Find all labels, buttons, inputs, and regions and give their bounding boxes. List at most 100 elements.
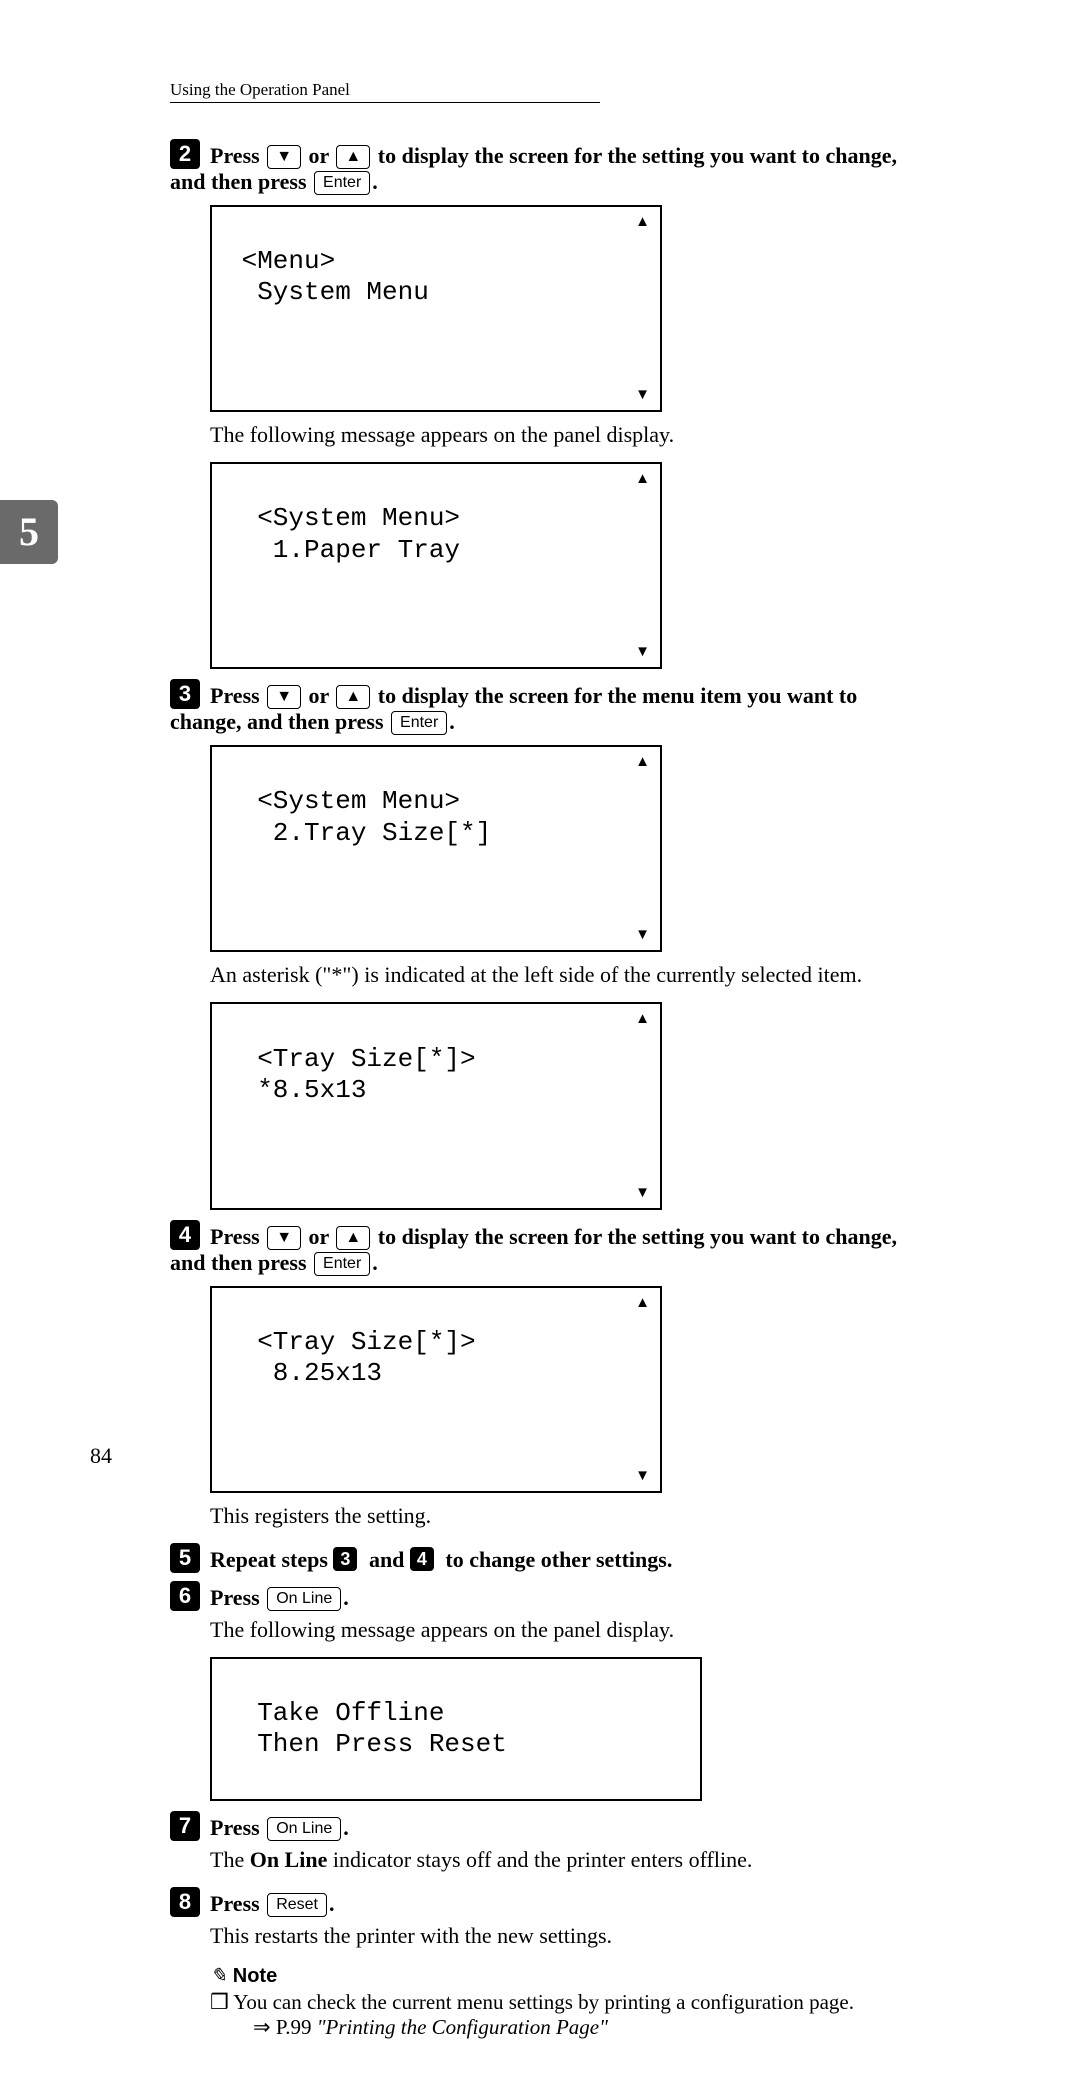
scroll-down-icon: ▼ [635, 386, 650, 404]
lcd-line: 1.Paper Tray [226, 535, 460, 565]
step-number-icon: 7 [170, 1811, 200, 1841]
step-4: 4 Press ▼ or ▲ to display the screen for… [170, 1220, 970, 1276]
lcd-line: 8.25x13 [226, 1358, 382, 1388]
text: Press [210, 1815, 265, 1840]
step-2: 2 Press ▼ or ▲ to display the screen for… [170, 139, 970, 195]
text: or [303, 683, 334, 708]
scroll-up-icon: ▲ [635, 470, 650, 488]
body-text: The On Line indicator stays off and the … [210, 1847, 970, 1873]
scroll-up-icon: ▲ [635, 1294, 650, 1312]
step-text: Press ▼ or ▲ to display the screen for t… [170, 1224, 897, 1275]
text: Repeat steps [210, 1547, 333, 1572]
text: to display the screen for the setting yo… [372, 143, 897, 168]
lcd-line: Take Offline [226, 1698, 444, 1728]
scroll-down-icon: ▼ [635, 1467, 650, 1485]
scroll-down-icon: ▼ [635, 643, 650, 661]
up-key-icon: ▲ [336, 145, 370, 169]
text: ⇒ P.99 [253, 2015, 317, 2039]
step-7: 7 Press On Line. [170, 1811, 970, 1841]
text: . [372, 1250, 378, 1275]
body-text: The following message appears on the pan… [210, 1617, 970, 1643]
text: Press [210, 683, 265, 708]
text: . [343, 1815, 349, 1840]
lcd-display: <System Menu> 1.Paper Tray ▲ ▼ [210, 462, 662, 669]
text: or [303, 143, 334, 168]
text: or [303, 1224, 334, 1249]
text: Press [210, 1585, 265, 1610]
step-ref-icon: 3 [333, 1547, 357, 1571]
text: and then press [170, 1250, 312, 1275]
arrow-up-icon: ▲ [345, 688, 361, 705]
enter-key-icon: Enter [314, 1252, 370, 1276]
body-text: An asterisk ("*") is indicated at the le… [210, 962, 970, 988]
lcd-line: <System Menu> [226, 786, 460, 816]
up-key-icon: ▲ [336, 685, 370, 709]
section-tab-badge: 5 [0, 500, 58, 564]
arrow-down-icon: ▼ [276, 688, 292, 705]
lcd-line: Then Press Reset [226, 1729, 507, 1759]
step-number-icon: 3 [170, 679, 200, 709]
down-key-icon: ▼ [267, 145, 301, 169]
step-text: Press ▼ or ▲ to display the screen for t… [170, 683, 857, 734]
lcd-line: 2.Tray Size[*] [226, 818, 491, 848]
lcd-line: <System Menu> [226, 503, 460, 533]
text: to change other settings. [440, 1547, 672, 1572]
step-5: 5 Repeat steps 3 and 4 to change other s… [170, 1543, 970, 1573]
text: . [449, 709, 455, 734]
down-key-icon: ▼ [267, 1226, 301, 1250]
running-header: Using the Operation Panel [170, 80, 600, 103]
online-key-icon: On Line [267, 1817, 341, 1841]
step-8: 8 Press Reset. [170, 1887, 970, 1917]
step-text: Press ▼ or ▲ to display the screen for t… [170, 143, 897, 194]
pencil-icon: ✎ [210, 1965, 227, 1987]
lcd-line: <Menu> [226, 246, 335, 276]
lcd-display: <Menu> System Menu ▲ ▼ [210, 205, 662, 412]
step-text: Press On Line. [210, 1585, 349, 1610]
arrow-up-icon: ▲ [345, 148, 361, 165]
text: indicator stays off and the printer ente… [327, 1847, 752, 1872]
lcd-display: <System Menu> 2.Tray Size[*] ▲ ▼ [210, 745, 662, 952]
reset-key-icon: Reset [267, 1893, 327, 1917]
down-key-icon: ▼ [267, 685, 301, 709]
step-number-icon: 2 [170, 139, 200, 169]
lcd-display: <Tray Size[*]> *8.5x13 ▲ ▼ [210, 1002, 662, 1209]
scroll-down-icon: ▼ [635, 1184, 650, 1202]
step-number-icon: 4 [170, 1220, 200, 1250]
text: ❒ You can check the current menu setting… [210, 1990, 854, 2014]
text: The [210, 1847, 250, 1872]
text: and then press [170, 169, 312, 194]
text: Press [210, 1891, 265, 1916]
text: change, and then press [170, 709, 389, 734]
lcd-display: <Tray Size[*]> 8.25x13 ▲ ▼ [210, 1286, 662, 1493]
scroll-up-icon: ▲ [635, 1010, 650, 1028]
lcd-display: Take Offline Then Press Reset [210, 1657, 702, 1802]
body-text: This restarts the printer with the new s… [210, 1923, 970, 1949]
body-text: The following message appears on the pan… [210, 422, 970, 448]
arrow-down-icon: ▼ [276, 1229, 292, 1246]
enter-key-icon: Enter [391, 711, 447, 735]
step-number-icon: 5 [170, 1543, 200, 1573]
step-text: Press Reset. [210, 1891, 335, 1916]
text: . [343, 1585, 349, 1610]
lcd-line: <Tray Size[*]> [226, 1327, 476, 1357]
text: . [372, 169, 378, 194]
up-key-icon: ▲ [336, 1226, 370, 1250]
text: Press [210, 143, 265, 168]
page-content: Using the Operation Panel 2 Press ▼ or ▲… [0, 0, 1080, 2080]
page-number: 84 [90, 1443, 112, 1469]
online-key-icon: On Line [267, 1587, 341, 1611]
step-text: Press On Line. [210, 1815, 349, 1840]
text: to display the screen for the menu item … [372, 683, 857, 708]
text: to display the screen for the setting yo… [372, 1224, 897, 1249]
text: On Line [250, 1847, 328, 1872]
lcd-line: System Menu [226, 277, 429, 307]
arrow-up-icon: ▲ [345, 1229, 361, 1246]
scroll-up-icon: ▲ [635, 213, 650, 231]
note-heading: ✎Note [210, 1963, 970, 1988]
step-text: Repeat steps 3 and 4 to change other set… [210, 1547, 672, 1572]
note-body: ❒ You can check the current menu setting… [210, 1990, 970, 2040]
scroll-up-icon: ▲ [635, 753, 650, 771]
arrow-down-icon: ▼ [276, 148, 292, 165]
step-number-icon: 8 [170, 1887, 200, 1917]
lcd-line: *8.5x13 [226, 1075, 366, 1105]
